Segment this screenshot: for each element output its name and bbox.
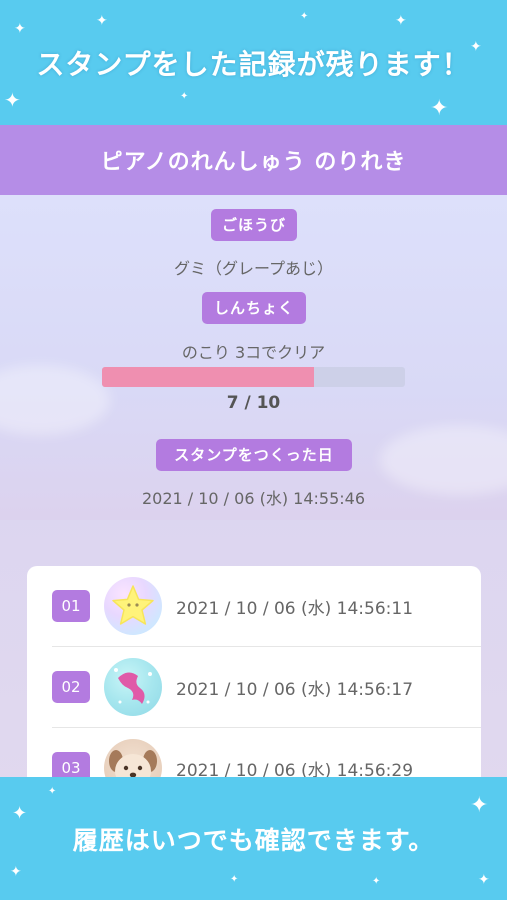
- progress-count: 7 / 10: [226, 393, 281, 413]
- reward-value: グミ（グレープあじ）: [173, 259, 334, 278]
- list-item[interactable]: 01 2021 / 10 / 06 (水) 14:56:11: [27, 566, 481, 646]
- reward-badge: ごほうび: [211, 209, 297, 241]
- sparkle-icon: ✦: [230, 874, 239, 885]
- sparkle-icon: ✦: [470, 39, 482, 55]
- star-stamp-icon: [104, 577, 162, 635]
- item-number: 01: [52, 590, 90, 622]
- progress-remaining: のこり 3コでクリア: [181, 343, 326, 362]
- history-title: ピアノのれんしゅう のりれき: [100, 150, 407, 175]
- sparkle-icon: ✦: [470, 793, 489, 818]
- list-item[interactable]: 02 2021 / 10 / 06 (水) 14:56:17: [27, 647, 481, 727]
- sparkle-icon: ✦: [12, 803, 28, 824]
- item-number: 02: [52, 671, 90, 703]
- sparkle-icon: ✦: [478, 872, 490, 888]
- bottom-banner-text: 履歴はいつでも確認できます。: [72, 825, 435, 855]
- sparkle-icon: ✦: [14, 21, 26, 37]
- top-banner-text: スタンプをした記録が残ります！: [36, 47, 471, 81]
- sparkle-icon: ✦: [430, 96, 449, 121]
- created-date-badge: スタンプをつくった日: [156, 439, 352, 471]
- history-list[interactable]: 01 2021 / 10 / 06 (水) 14:56:11 02 2021 /…: [27, 566, 481, 786]
- item-time: 2021 / 10 / 06 (水) 14:56:11: [176, 598, 414, 619]
- sparkle-icon: ✦: [48, 786, 57, 797]
- mermaid-stamp-icon: [104, 658, 162, 716]
- progress-fill: [102, 367, 315, 387]
- item-time: 2021 / 10 / 06 (水) 14:56:17: [176, 679, 414, 700]
- sparkle-icon: ✦: [372, 876, 381, 887]
- bottom-banner: ✦ ✦ ✦ ✦ ✦ ✦ ✦ 履歴はいつでも確認できます。: [0, 777, 507, 900]
- top-banner: ✦ ✦ ✦ ✦ ✦ ✦ ✦ ✦ スタンプをした記録が残ります！: [0, 0, 507, 125]
- created-date-value: 2021 / 10 / 06 (水) 14:55:46: [141, 489, 366, 508]
- history-header: ピアノのれんしゅう のりれき: [0, 125, 507, 195]
- sparkle-icon: ✦: [4, 88, 21, 112]
- sparkle-icon: ✦: [96, 13, 108, 29]
- progress-bar: [102, 367, 405, 387]
- sparkle-icon: ✦: [180, 91, 189, 102]
- stamp-info-panel: ごほうび グミ（グレープあじ） しんちょく のこり 3コでクリア 7 / 10 …: [0, 195, 507, 520]
- sparkle-icon: ✦: [395, 13, 407, 29]
- sparkle-icon: ✦: [300, 11, 309, 22]
- progress-badge: しんちょく: [202, 292, 306, 324]
- sparkle-icon: ✦: [10, 864, 22, 880]
